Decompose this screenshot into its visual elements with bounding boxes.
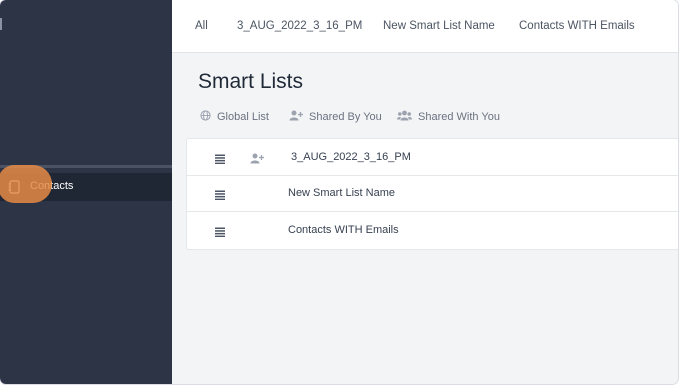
filter-label: Global List bbox=[217, 111, 269, 123]
tab-all[interactable]: All bbox=[195, 20, 208, 32]
sidebar: Contacts bbox=[0, 0, 172, 384]
tab-new-smart-list-name[interactable]: New Smart List Name bbox=[383, 20, 495, 32]
user-plus-icon bbox=[289, 110, 309, 124]
app-window: Contacts All 3_AUG_2022_3_16_PM New Smar… bbox=[0, 0, 678, 384]
globe-icon bbox=[200, 110, 217, 124]
filter-shared-by-you[interactable]: Shared By You bbox=[289, 110, 382, 124]
main-content: All 3_AUG_2022_3_16_PM New Smart List Na… bbox=[172, 0, 678, 384]
list-name[interactable]: New Smart List Name bbox=[288, 187, 395, 199]
drag-handle-icon[interactable] bbox=[215, 151, 225, 165]
filter-global-list[interactable]: Global List bbox=[200, 110, 269, 124]
sidebar-edge-marker bbox=[0, 18, 2, 30]
page-title: Smart Lists bbox=[198, 70, 304, 93]
list-item[interactable]: New Smart List Name bbox=[187, 175, 678, 212]
list-name[interactable]: 3_AUG_2022_3_16_PM bbox=[291, 151, 411, 163]
smart-list-tabs: All 3_AUG_2022_3_16_PM New Smart List Na… bbox=[172, 0, 678, 53]
tab-contacts-with-emails[interactable]: Contacts WITH Emails bbox=[519, 20, 635, 32]
filter-label: Shared By You bbox=[309, 111, 382, 123]
drag-handle-icon[interactable] bbox=[215, 224, 225, 238]
smart-lists-table: 3_AUG_2022_3_16_PM New Smart List Name C… bbox=[186, 138, 678, 250]
list-name[interactable]: Contacts WITH Emails bbox=[288, 224, 399, 236]
filter-label: Shared With You bbox=[418, 111, 500, 123]
user-plus-icon bbox=[250, 151, 264, 169]
list-item[interactable]: 3_AUG_2022_3_16_PM bbox=[187, 139, 678, 176]
drag-handle-icon[interactable] bbox=[215, 187, 225, 201]
list-item[interactable]: Contacts WITH Emails bbox=[187, 212, 678, 248]
filter-shared-with-you[interactable]: Shared With You bbox=[397, 110, 500, 124]
click-highlight bbox=[0, 165, 52, 203]
users-icon bbox=[397, 110, 418, 124]
tab-3-aug-2022[interactable]: 3_AUG_2022_3_16_PM bbox=[237, 20, 362, 32]
